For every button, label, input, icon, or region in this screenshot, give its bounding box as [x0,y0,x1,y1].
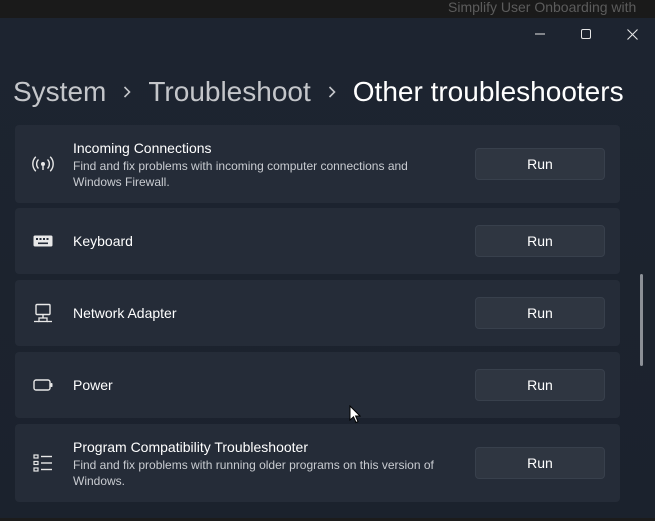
minimize-icon [535,33,545,35]
background-window-title: Simplify User Onboarding with [448,0,637,15]
network-adapter-icon [32,302,54,324]
run-button-program-compatibility[interactable]: Run [475,447,605,479]
troubleshooter-description: Find and fix problems with running older… [73,458,434,488]
keyboard-icon [32,230,54,252]
troubleshooter-text: Program Compatibility Troubleshooter Fin… [73,438,453,489]
breadcrumb-troubleshoot[interactable]: Troubleshoot [148,76,310,108]
troubleshooter-text: Incoming Connections Find and fix proble… [73,139,453,190]
run-button-keyboard[interactable]: Run [475,225,605,257]
chevron-right-icon [124,86,131,98]
troubleshooter-network-adapter: Network Adapter Run [15,280,620,346]
breadcrumb-system[interactable]: System [13,76,106,108]
chevron-right-icon [328,86,336,98]
breadcrumb-separator [106,86,148,98]
background-window-strip: Simplify User Onboarding with [0,0,655,18]
close-icon [626,28,638,40]
troubleshooter-text: Keyboard [73,232,453,250]
troubleshooter-title: Network Adapter [73,305,177,321]
troubleshooter-text: Network Adapter [73,304,453,322]
troubleshooter-power: Power Run [15,352,620,418]
wireless-broadcast-icon [32,153,54,175]
breadcrumb-separator [311,86,353,98]
troubleshooter-title: Incoming Connections [73,140,212,156]
close-button[interactable] [609,18,655,50]
maximize-icon [581,29,591,39]
troubleshooter-title: Program Compatibility Troubleshooter [73,439,308,455]
maximize-button[interactable] [563,18,609,50]
list-icon [32,452,54,474]
page-title: Other troubleshooters [352,76,624,107]
troubleshooter-title: Power [73,377,113,393]
troubleshooter-title: Keyboard [73,233,133,249]
battery-icon [32,374,54,396]
minimize-button[interactable] [517,18,563,50]
run-button-network-adapter[interactable]: Run [475,297,605,329]
breadcrumb: System Troubleshoot Other troubleshooter… [13,76,624,108]
troubleshooter-keyboard: Keyboard Run [15,208,620,274]
mouse-cursor-icon [349,404,362,429]
run-button-incoming-connections[interactable]: Run [475,148,605,180]
scrollbar-thumb[interactable] [640,274,643,366]
troubleshooter-program-compatibility: Program Compatibility Troubleshooter Fin… [15,424,620,502]
troubleshooter-incoming-connections: Incoming Connections Find and fix proble… [15,125,620,203]
troubleshooter-description: Find and fix problems with incoming comp… [73,159,408,189]
window-controls [517,18,655,50]
run-button-power[interactable]: Run [475,369,605,401]
settings-window: System Troubleshoot Other troubleshooter… [0,18,655,518]
troubleshooter-text: Power [73,376,453,394]
